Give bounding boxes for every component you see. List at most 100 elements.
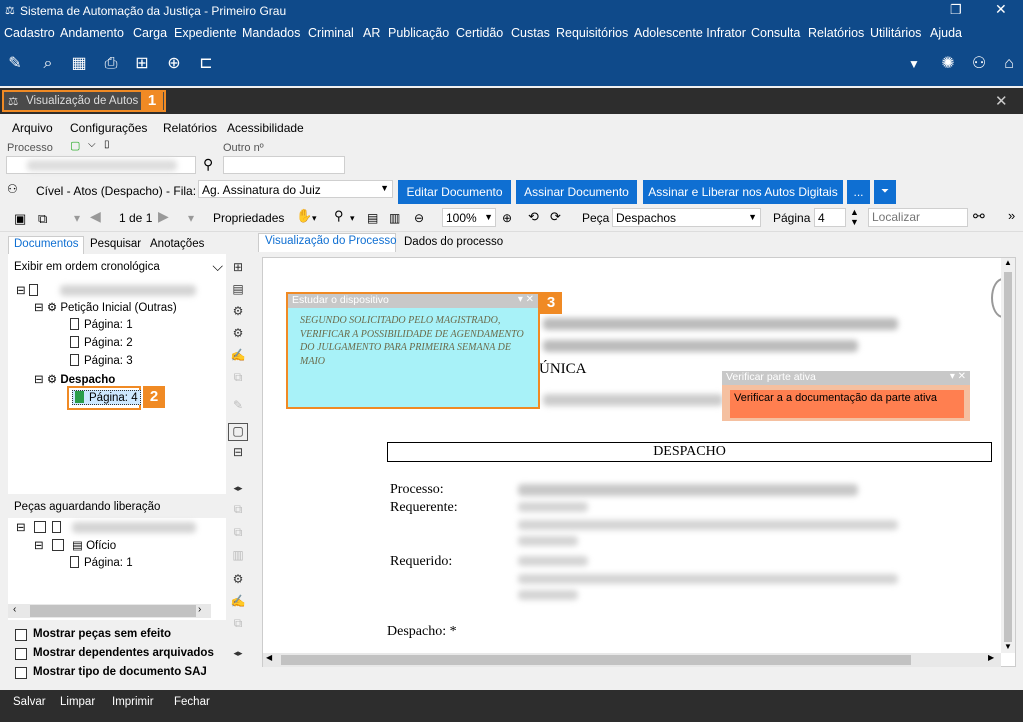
vtool-seal-x-icon[interactable]: ⚙ bbox=[228, 326, 248, 344]
note-estudar[interactable]: Estudar o dispositivo ▾ ✕ SEGUNDO SOLICI… bbox=[286, 292, 540, 409]
pending-oficio-checkbox[interactable] bbox=[52, 539, 64, 551]
pagina-input[interactable]: 4 bbox=[814, 208, 846, 227]
printer-icon[interactable]: ⎙ bbox=[100, 53, 122, 75]
pending-oficio[interactable]: ▤ Ofício bbox=[72, 538, 116, 552]
vtool-sign-icon[interactable]: ✍ bbox=[228, 348, 248, 366]
pending-root[interactable]: ⊟ bbox=[16, 520, 26, 534]
note-verificar-header[interactable]: Verificar parte ativa ▾ ✕ bbox=[722, 371, 970, 385]
vtool-list-icon[interactable]: ▤ bbox=[228, 282, 248, 300]
vtool-copy-icon[interactable]: ⧉ bbox=[228, 370, 248, 388]
pending-page-1[interactable]: Página: 1 bbox=[70, 556, 133, 569]
tree-page-3[interactable]: Página: 3 bbox=[70, 354, 133, 367]
pending-hscroll[interactable] bbox=[8, 604, 211, 618]
menu-arquivo[interactable]: Arquivo bbox=[12, 121, 53, 135]
select-tool-icon[interactable]: ▣ bbox=[14, 211, 26, 227]
fit-page-icon[interactable]: ▥ bbox=[389, 211, 400, 225]
org-chart-icon[interactable]: ⊞ bbox=[131, 53, 153, 75]
vscroll-down-icon[interactable]: ▼ bbox=[1004, 642, 1012, 651]
note-estudar-body[interactable]: SEGUNDO SOLICITADO PELO MAGISTRADO, VERI… bbox=[300, 314, 530, 368]
doc-hscroll[interactable]: ◀ ▶ bbox=[263, 653, 1001, 667]
note-verificar-body[interactable]: Verificar a a documentação da parte ativ… bbox=[730, 390, 964, 418]
pending-oficio-toggle[interactable]: ⊟ bbox=[34, 538, 44, 552]
assinar-documento-button[interactable]: Assinar Documento bbox=[516, 180, 637, 204]
localizar-text[interactable] bbox=[869, 209, 965, 225]
hscroll-right-icon[interactable]: ▶ bbox=[988, 653, 994, 662]
menu-expediente[interactable]: Expediente bbox=[174, 26, 237, 40]
vtool-seal2-icon[interactable]: ⚙ bbox=[228, 572, 248, 590]
first-page-icon[interactable]: ▾ bbox=[74, 211, 80, 225]
menu-utilitarios[interactable]: Utilitários bbox=[870, 26, 921, 40]
assinar-liberar-button[interactable]: Assinar e Liberar nos Autos Digitais bbox=[643, 180, 843, 204]
menu-relatorios[interactable]: Relatórios bbox=[808, 26, 864, 40]
vtool-copy3-icon[interactable]: ⧉ bbox=[228, 616, 248, 634]
doc-vscroll[interactable]: ▲ ▼ bbox=[1001, 258, 1015, 653]
menu-acessibilidade[interactable]: Acessibilidade bbox=[227, 121, 304, 135]
imprimir-button[interactable]: Imprimir bbox=[112, 696, 154, 708]
checkbox-sem-efeito[interactable] bbox=[15, 629, 27, 641]
loading-icon[interactable]: ✺ bbox=[937, 53, 959, 75]
next-page-icon[interactable]: ▶ bbox=[158, 208, 169, 225]
hscroll-left-icon[interactable]: ◀ bbox=[266, 653, 272, 662]
filter-icon[interactable]: ⏷ bbox=[874, 180, 896, 204]
edit-icon[interactable]: ✎ bbox=[4, 53, 26, 75]
add-doc-icon[interactable]: ⊕ bbox=[163, 53, 185, 75]
vtool-sign2-icon[interactable]: ✍ bbox=[228, 594, 248, 612]
users-icon[interactable]: ⚇ bbox=[968, 53, 990, 75]
last-page-icon[interactable]: ▾ bbox=[188, 211, 194, 225]
folder-icon[interactable]: ⊏ bbox=[195, 53, 217, 75]
tab-pesquisar[interactable]: Pesquisar bbox=[90, 238, 141, 250]
tree-peticao[interactable]: ⊟ ⚙ Petição Inicial (Outras) bbox=[34, 300, 177, 314]
pending-root-checkbox[interactable] bbox=[34, 521, 46, 533]
menu-custas[interactable]: Custas bbox=[511, 26, 550, 40]
calendar-icon[interactable]: ▦ bbox=[68, 53, 90, 75]
vtool-collapse2-icon[interactable]: ◂▸ bbox=[228, 648, 248, 666]
overflow-icon[interactable]: » bbox=[1008, 208, 1015, 223]
menu-mandados[interactable]: Mandados bbox=[242, 26, 300, 40]
outro-input[interactable] bbox=[223, 156, 345, 174]
scroll-left-icon[interactable]: ‹ bbox=[13, 604, 16, 615]
menu-ajuda[interactable]: Ajuda bbox=[930, 26, 962, 40]
menu-relatorios-sub[interactable]: Relatórios bbox=[163, 121, 217, 135]
tree-page-1[interactable]: Página: 1 bbox=[70, 318, 133, 331]
more-button[interactable]: ... bbox=[847, 180, 870, 204]
vscroll-up-icon[interactable]: ▲ bbox=[1004, 258, 1012, 267]
zoom-in-icon[interactable]: ⊕ bbox=[502, 211, 512, 225]
zoom-select[interactable]: 100% ▼ bbox=[442, 208, 496, 227]
propriedades-button[interactable]: Propriedades bbox=[213, 211, 284, 225]
tab-visualizacao[interactable]: Visualização do Processo bbox=[265, 235, 396, 247]
limpar-button[interactable]: Limpar bbox=[60, 696, 95, 708]
menu-carga[interactable]: Carga bbox=[133, 26, 167, 40]
note-icon[interactable]: ▯ bbox=[104, 139, 110, 150]
restore-icon[interactable]: ❐ bbox=[950, 2, 962, 18]
note-estudar-header[interactable]: Estudar o dispositivo ▾ ✕ bbox=[288, 294, 538, 308]
fila-select[interactable]: Ag. Assinatura do Juiz ▼ bbox=[198, 180, 393, 198]
fit-width-icon[interactable]: ▤ bbox=[367, 211, 378, 225]
rotate-left-icon[interactable]: ⟲ bbox=[528, 209, 539, 225]
binoculars-icon[interactable]: ⚯ bbox=[973, 208, 985, 225]
checkbox-tipo-saj[interactable] bbox=[15, 667, 27, 679]
vtool-seal-icon[interactable]: ⚙ bbox=[228, 304, 248, 322]
tab-dados[interactable]: Dados do processo bbox=[404, 236, 503, 248]
menu-requisitorios[interactable]: Requisitórios bbox=[556, 26, 628, 40]
close-app-icon[interactable]: ✕ bbox=[995, 1, 1007, 18]
zoom-dropdown-icon[interactable]: ▾ bbox=[350, 213, 355, 224]
prev-page-icon[interactable]: ◀ bbox=[90, 208, 101, 225]
menu-criminal[interactable]: Criminal bbox=[308, 26, 354, 40]
zoom-tool-icon[interactable]: ⚲ bbox=[334, 208, 344, 224]
localizar-input[interactable] bbox=[868, 208, 968, 227]
close-window-icon[interactable]: ✕ bbox=[995, 92, 1008, 110]
note-estudar-close-icon[interactable]: ▾ ✕ bbox=[518, 294, 534, 305]
checkbox-dependentes[interactable] bbox=[15, 648, 27, 660]
menu-cadastro[interactable]: Cadastro bbox=[4, 26, 55, 40]
vtool-move-icon[interactable]: ⧉ bbox=[228, 502, 248, 520]
pagina-spinner-icon[interactable]: ▲ ▼ bbox=[850, 207, 859, 227]
menu-ar[interactable]: AR bbox=[363, 26, 380, 40]
tree-root[interactable]: ⊟ bbox=[16, 283, 43, 297]
processo-input[interactable] bbox=[6, 156, 196, 174]
fechar-button[interactable]: Fechar bbox=[174, 696, 210, 708]
menu-consulta[interactable]: Consulta bbox=[751, 26, 800, 40]
menu-configuracoes[interactable]: Configurações bbox=[70, 121, 147, 135]
vtool-edit-icon[interactable]: ✎ bbox=[228, 398, 248, 416]
vtool-delete-icon[interactable]: ▥ bbox=[228, 548, 248, 566]
menu-publicacao[interactable]: Publicação bbox=[388, 26, 449, 40]
